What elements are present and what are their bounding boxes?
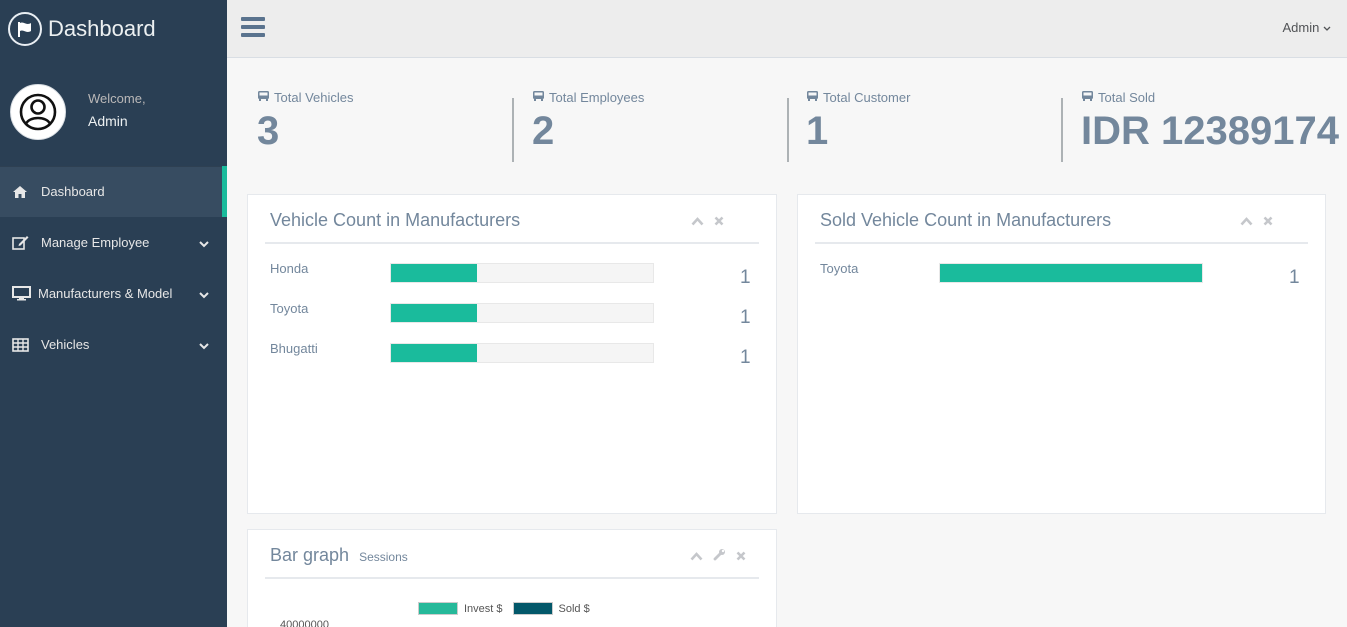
progress-row: Toyota 1 <box>270 301 760 328</box>
progress-row: Toyota 1 <box>820 261 1310 288</box>
desktop-icon <box>12 286 32 301</box>
home-icon <box>12 185 32 199</box>
collapse-icon[interactable] <box>691 213 704 231</box>
row-count: 1 <box>1289 267 1300 288</box>
progress-bar <box>390 343 654 363</box>
collapse-icon[interactable] <box>1240 213 1253 231</box>
progress-bar <box>390 263 654 283</box>
sidebar-item-dashboard[interactable]: Dashboard <box>0 166 227 217</box>
bus-icon <box>1081 90 1098 105</box>
edit-icon <box>12 235 32 250</box>
bus-icon <box>532 90 549 105</box>
stat-value: 2 <box>532 109 555 153</box>
brand[interactable]: Dashboard <box>0 0 227 58</box>
legend-swatch-invest <box>418 602 458 615</box>
profile: Welcome, Admin <box>0 58 227 166</box>
chevron-down-icon <box>199 287 209 302</box>
user-dropdown[interactable]: Admin <box>1283 20 1331 35</box>
panel-title: Bar graph <box>270 545 350 565</box>
stat-total-employees: Total Employees 2 <box>532 90 644 164</box>
panel-divider <box>265 242 759 244</box>
progress-fill <box>391 344 478 362</box>
sidebar-item-vehicles[interactable]: Vehicles <box>0 319 227 370</box>
collapse-icon[interactable] <box>690 548 703 566</box>
stat-label: Total Customer <box>823 90 911 105</box>
progress-fill <box>391 264 478 282</box>
stat-divider <box>1061 98 1063 162</box>
chevron-down-icon <box>199 338 209 353</box>
panel-title: Sold Vehicle Count in Manufacturers <box>820 210 1112 230</box>
stat-total-sold: Total Sold IDR 12389174 <box>1081 90 1339 164</box>
row-count: 1 <box>740 307 751 328</box>
welcome-text: Welcome, <box>88 91 146 106</box>
sidebar-menu: Dashboard Manage Employee Manufacturers … <box>0 166 227 370</box>
menu-toggle-icon[interactable] <box>241 17 265 39</box>
stat-value: 1 <box>806 109 829 153</box>
progress-bar <box>939 263 1203 283</box>
legend-swatch-sold <box>512 602 553 615</box>
stat-total-vehicles: Total Vehicles 3 <box>257 90 354 164</box>
close-icon[interactable] <box>736 548 746 566</box>
panel-divider <box>815 242 1308 244</box>
panel-divider <box>265 577 759 579</box>
stats-row: Total Vehicles 3 Total Employees 2 Total… <box>227 58 1347 178</box>
row-label: Honda <box>270 261 309 276</box>
progress-row: Bhugatti 1 <box>270 341 760 368</box>
stat-divider <box>512 98 514 162</box>
progress-fill <box>391 304 478 322</box>
top-navbar: Admin <box>227 0 1347 58</box>
table-icon <box>12 337 32 352</box>
bus-icon <box>257 90 274 105</box>
sidebar-item-label: Manage Employee <box>41 235 150 250</box>
sidebar-item-manage-employee[interactable]: Manage Employee <box>0 217 227 268</box>
panel-subtitle: Sessions <box>359 550 408 564</box>
stat-divider <box>787 98 789 162</box>
row-label: Toyota <box>270 301 309 316</box>
stat-label: Total Vehicles <box>274 90 354 105</box>
progress-row: Honda 1 <box>270 261 760 288</box>
legend-label: Sold $ <box>558 602 590 615</box>
progress-fill <box>940 264 1202 282</box>
panel-title: Vehicle Count in Manufacturers <box>270 210 521 230</box>
close-icon[interactable] <box>714 213 724 231</box>
bus-icon <box>806 90 823 105</box>
bar-graph-panel: Bar graph Sessions Invest $ Sold $ 400000… <box>247 529 777 627</box>
stat-value: IDR 12389174 <box>1081 109 1339 153</box>
panel-title-wrap: Bar graph Sessions <box>270 545 408 566</box>
sold-vehicle-count-panel: Sold Vehicle Count in Manufacturers Toyo… <box>797 194 1326 514</box>
avatar[interactable] <box>10 84 66 140</box>
chart-legend: Invest $ Sold $ <box>418 602 590 615</box>
row-label: Bhugatti <box>270 341 318 356</box>
stat-value: 3 <box>257 109 280 153</box>
user-dropdown-label: Admin <box>1282 20 1320 35</box>
chevron-down-icon <box>199 236 209 251</box>
profile-name: Admin <box>88 113 128 129</box>
flag-icon <box>8 12 42 46</box>
progress-bar <box>390 303 654 323</box>
wrench-icon[interactable] <box>713 548 726 566</box>
stat-label: Total Employees <box>549 90 645 105</box>
sidebar: Dashboard Welcome, Admin Dashboard Manag… <box>0 0 227 627</box>
stat-label: Total Sold <box>1098 90 1156 105</box>
stat-total-customer: Total Customer 1 <box>806 90 910 164</box>
row-count: 1 <box>740 347 751 368</box>
close-icon[interactable] <box>1263 213 1273 231</box>
sidebar-item-label: Manufacturers & Model <box>38 286 173 301</box>
row-label: Toyota <box>820 261 859 276</box>
legend-label: Invest $ <box>464 602 503 615</box>
sidebar-item-manufacturers-model[interactable]: Manufacturers & Model <box>0 268 227 319</box>
row-count: 1 <box>740 267 751 288</box>
sidebar-item-label: Dashboard <box>41 184 105 199</box>
vehicle-count-panel: Vehicle Count in Manufacturers Honda 1 T… <box>247 194 777 514</box>
y-axis-tick: 40000000 <box>280 619 329 627</box>
sidebar-item-label: Vehicles <box>41 337 90 352</box>
brand-title: Dashboard <box>48 16 156 41</box>
chevron-down-icon <box>1323 20 1331 35</box>
